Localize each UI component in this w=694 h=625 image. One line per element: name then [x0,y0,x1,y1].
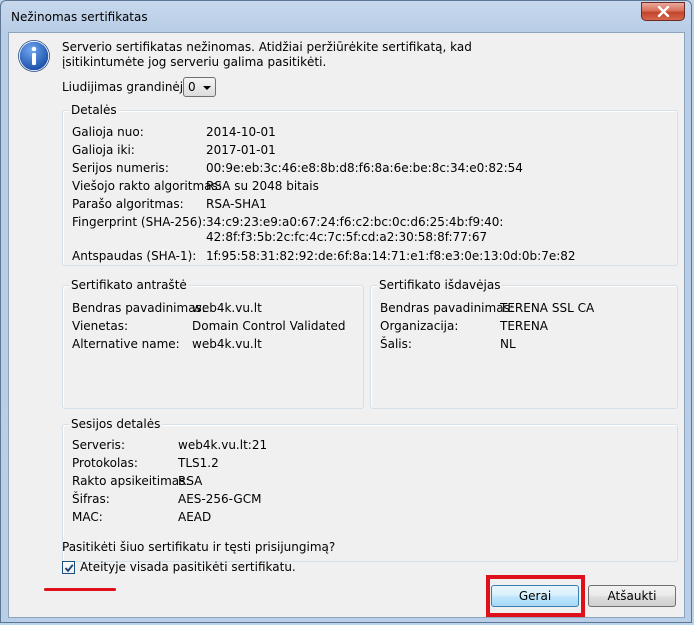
warning-message: Serverio sertifikatas nežinomas. Atidžia… [62,40,472,70]
cancel-button[interactable]: Atšaukti [588,585,676,607]
valid-to-label: Galioja iki: [72,143,135,157]
issuer-legend: Sertifikato išdavėjas [377,278,503,292]
pubkey-value: RSA su 2048 bitais [206,179,319,193]
always-trust-checkbox[interactable] [62,561,75,574]
highlight-underline [44,588,116,591]
kex-label: Rakto apsikeitimas: [72,474,190,488]
close-icon [657,6,670,17]
server-value: web4k.vu.lt:21 [178,438,268,452]
subject-alt-value: web4k.vu.lt [192,337,262,351]
issuer-group: Sertifikato išdavėjas Bendras pavadinima… [370,278,678,409]
chain-select[interactable]: 0 [183,77,216,97]
subject-ou-label: Vienetas: [72,319,129,333]
message-line-2: įsitikintumėte jog serveriu galima pasit… [62,55,327,69]
subject-cn-label: Bendras pavadinimas: [72,301,206,315]
protocol-value: TLS1.2 [178,456,219,470]
subject-ou-value: Domain Control Validated [192,319,346,333]
sha1-label: Antspaudas (SHA-1): [72,249,197,263]
issuer-cn-value: TERENA SSL CA [500,301,595,315]
kex-value: RSA [178,474,203,488]
window-title: Nežinomas sertifikatas [11,10,148,24]
close-button[interactable] [641,2,685,21]
sha256-label: Fingerprint (SHA-256): [72,215,207,229]
sha256-value-line-1: 34:c9:23:e9:a0:67:24:f6:c2:bc:0c:d6:25:4… [206,215,504,229]
dialog-client-area: Serverio sertifikatas nežinomas. Atidžia… [8,32,685,618]
serial-label: Serijos numeris: [72,161,169,175]
checkmark-icon [64,564,74,573]
info-icon [18,40,50,72]
valid-to-value: 2017-01-01 [206,143,276,157]
trust-question: Pasitikėti šiuo sertifikatu ir tęsti pri… [62,540,336,554]
cipher-label: Šifras: [72,492,110,506]
mac-label: MAC: [72,510,103,524]
serial-value: 00:9e:eb:3c:46:e8:8b:d8:f6:8a:6e:be:8c:3… [206,161,523,175]
valid-from-label: Galioja nuo: [72,125,144,139]
dialog-window: Nežinomas sertifikatas Serverio sertifik… [0,0,692,623]
details-group: Detalės Galioja nuo: 2014-10-01 Galioja … [62,103,678,266]
ok-button[interactable]: Gerai [491,585,579,607]
chain-select-value: 0 [188,80,196,94]
subject-group: Sertifikato antraštė Bendras pavadinimas… [62,278,364,409]
protocol-label: Protokolas: [72,456,138,470]
valid-from-value: 2014-10-01 [206,125,276,139]
subject-alt-label: Alternative name: [72,337,180,351]
sha256-value-line-2: 42:8f:f3:5b:2c:fc:4c:7c:5f:cd:a2:30:58:8… [206,230,488,244]
issuer-country-label: Šalis: [380,337,412,351]
issuer-org-value: TERENA [500,319,549,333]
sha1-value: 1f:95:58:31:82:92:de:6f:8a:14:71:e1:f8:e… [206,249,576,263]
session-legend: Sesijos detalės [69,417,163,431]
issuer-cn-label: Bendras pavadinimas: [380,301,514,315]
chain-label: Liudijimas grandinėje: [62,80,195,94]
cipher-value: AES-256-GCM [178,492,262,506]
title-bar[interactable]: Nežinomas sertifikatas [1,1,691,33]
sigalg-label: Parašo algoritmas: [72,197,184,211]
sigalg-value: RSA-SHA1 [206,197,267,211]
issuer-org-label: Organizacija: [380,319,459,333]
always-trust-label[interactable]: Ateityje visada pasitikėti sertifikatu. [80,560,296,574]
server-label: Serveris: [72,438,125,452]
subject-legend: Sertifikato antraštė [69,278,189,292]
issuer-country-value: NL [500,337,516,351]
pubkey-label: Viešojo rakto algoritmas: [72,179,222,193]
subject-cn-value: web4k.vu.lt [192,301,262,315]
message-line-1: Serverio sertifikatas nežinomas. Atidžia… [62,40,472,54]
chevron-down-icon [203,86,211,90]
mac-value: AEAD [178,510,212,524]
details-legend: Detalės [69,103,119,117]
